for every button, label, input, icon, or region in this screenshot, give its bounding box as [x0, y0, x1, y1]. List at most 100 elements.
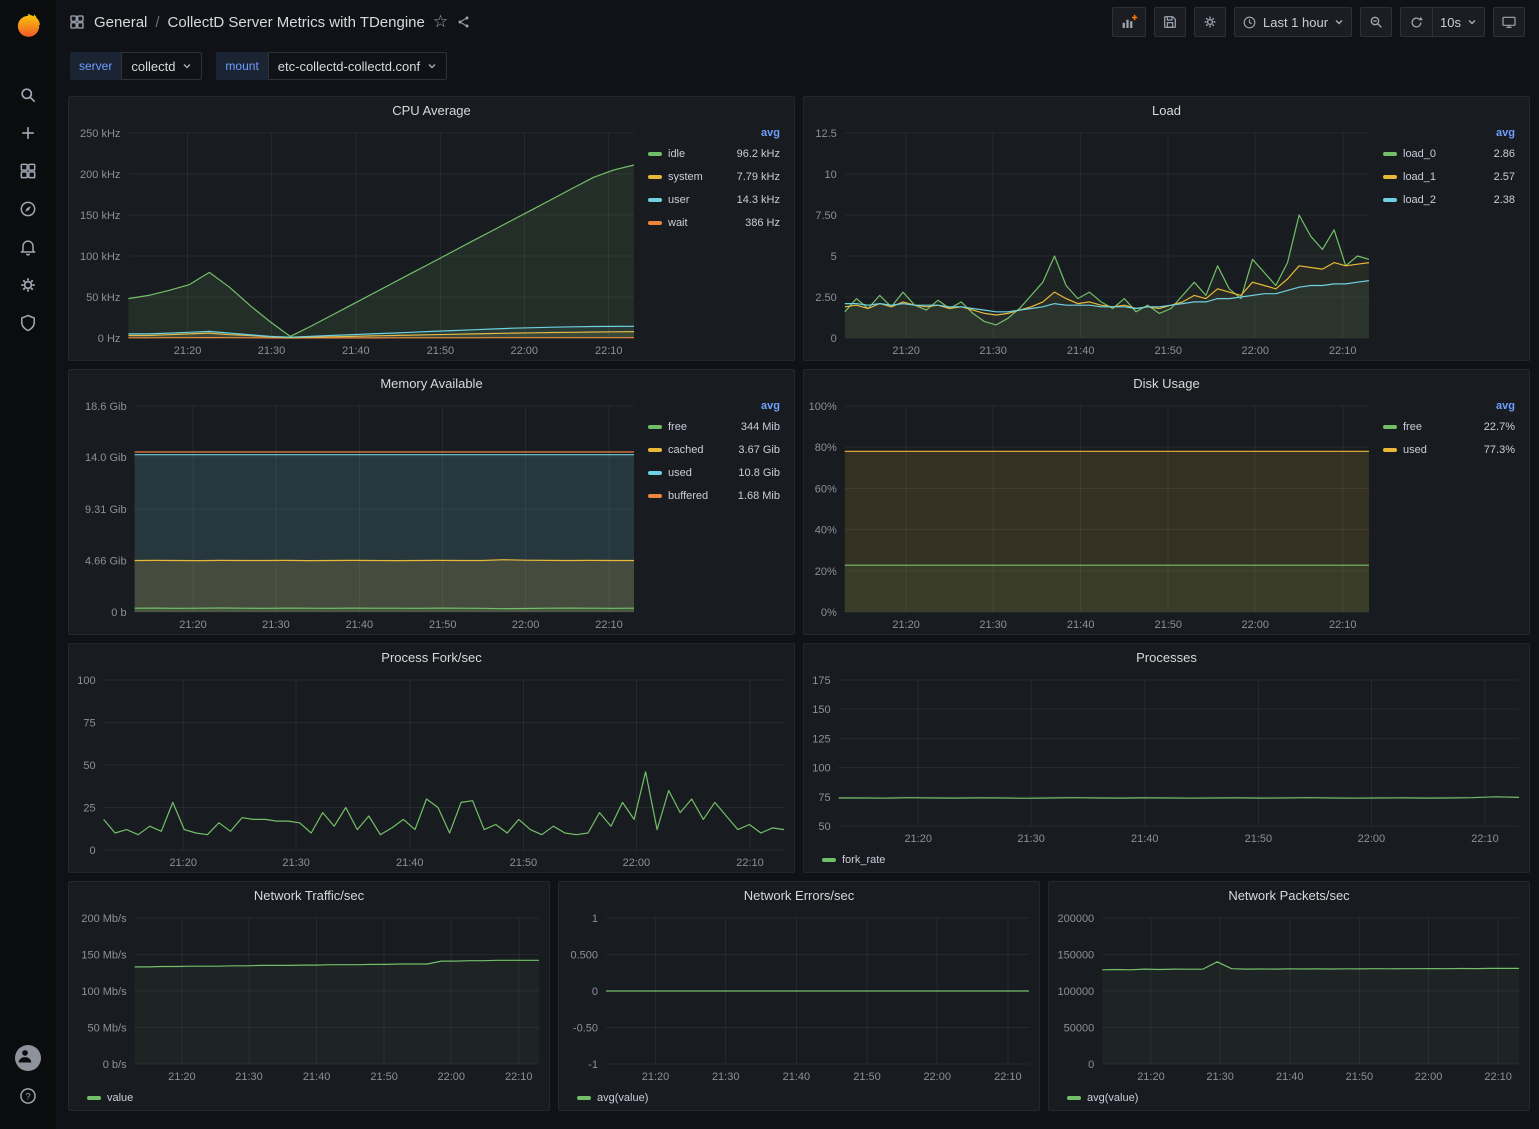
- legend-item-used[interactable]: used77.3%: [1383, 438, 1515, 461]
- legend-item-cached[interactable]: cached 3.67 Gib: [648, 438, 780, 461]
- share-icon[interactable]: [456, 14, 472, 30]
- chart-disk-usage[interactable]: 0%20%40%60%80%100%21:2021:3021:4021:5022…: [804, 396, 1379, 634]
- legend-label: cached: [668, 444, 703, 456]
- x-tick-label: 21:30: [262, 619, 290, 631]
- y-tick-label: 40%: [815, 525, 837, 537]
- chart-cpu-average[interactable]: 0 Hz50 kHz100 kHz150 kHz200 kHz250 kHz21…: [69, 123, 644, 360]
- y-tick-label: 0: [592, 986, 598, 998]
- y-tick-label: 125: [812, 733, 830, 745]
- legend-value: 3.67 Gib: [738, 444, 780, 456]
- panel-title[interactable]: Memory Available: [69, 370, 794, 396]
- server-admin-icon[interactable]: [8, 304, 48, 342]
- legend-item-free[interactable]: free344 Mib: [648, 415, 780, 438]
- alerting-icon[interactable]: [8, 228, 48, 266]
- panel-title[interactable]: Process Fork/sec: [69, 644, 794, 670]
- legend-item-load-1[interactable]: load_12.57: [1383, 165, 1515, 188]
- panel-processes: Processes507510012515017521:2021:3021:40…: [803, 643, 1530, 873]
- configuration-icon[interactable]: [8, 266, 48, 304]
- refresh-interval-button[interactable]: 10s: [1432, 7, 1485, 37]
- series-line-avg(value): [1102, 962, 1519, 970]
- legend-item-load-2[interactable]: load_22.38: [1383, 188, 1515, 211]
- legend-item-free[interactable]: free22.7%: [1383, 415, 1515, 438]
- chart-network-packets-sec[interactable]: 05000010000015000020000021:2021:3021:402…: [1049, 908, 1529, 1086]
- add-icon[interactable]: [8, 114, 48, 152]
- legend-item-wait[interactable]: wait386 Hz: [648, 211, 780, 234]
- x-tick-label: 21:50: [429, 619, 457, 631]
- panel-title[interactable]: Load: [804, 97, 1529, 123]
- x-tick-label: 21:30: [282, 857, 310, 869]
- panel-load: Load02.5057.501012.521:2021:3021:4021:50…: [803, 96, 1530, 361]
- chart-process-fork-sec[interactable]: 025507510021:2021:3021:4021:5022:0022:10: [69, 670, 794, 872]
- variable-server-label: server: [70, 52, 121, 80]
- chart-memory-available[interactable]: 0 b4.66 Gib9.31 Gib14.0 Gib18.6 Gib21:20…: [69, 396, 644, 634]
- save-dashboard-button[interactable]: [1154, 7, 1186, 37]
- x-tick-label: 22:00: [1358, 833, 1386, 845]
- legend-label: free: [1403, 421, 1422, 433]
- chart-network-traffic-sec[interactable]: 0 b/s50 Mb/s100 Mb/s150 Mb/s200 Mb/s21:2…: [69, 908, 549, 1086]
- breadcrumb-section[interactable]: General: [94, 14, 147, 31]
- dashboard-settings-button[interactable]: [1194, 7, 1226, 37]
- y-tick-label: 100000: [1057, 986, 1094, 998]
- panel-memory-available: Memory Available0 b4.66 Gib9.31 Gib14.0 …: [68, 369, 795, 635]
- cycle-view-button[interactable]: [1493, 7, 1525, 37]
- time-picker-button[interactable]: Last 1 hour: [1234, 7, 1352, 37]
- legend-marker: [87, 1096, 101, 1100]
- legend-item-avg-value[interactable]: avg(value): [1049, 1086, 1529, 1110]
- x-tick-label: 21:40: [1067, 619, 1095, 631]
- add-panel-button[interactable]: [1112, 7, 1146, 37]
- variable-server: server collectd: [70, 52, 202, 80]
- panel-title[interactable]: Network Errors/sec: [559, 882, 1039, 908]
- chart-processes[interactable]: 507510012515017521:2021:3021:4021:5022:0…: [804, 670, 1529, 848]
- legend-item-value[interactable]: value: [69, 1086, 549, 1110]
- x-tick-label: 21:20: [169, 857, 197, 869]
- x-tick-label: 21:30: [235, 1071, 263, 1083]
- search-icon[interactable]: [8, 76, 48, 114]
- legend-value: 96.2 kHz: [737, 148, 780, 160]
- x-tick-label: 21:20: [179, 619, 207, 631]
- y-tick-label: 60%: [815, 483, 837, 495]
- y-tick-label: 0%: [821, 607, 837, 619]
- panel-title[interactable]: CPU Average: [69, 97, 794, 123]
- legend-marker: [1383, 152, 1397, 156]
- legend-item-user[interactable]: user14.3 kHz: [648, 188, 780, 211]
- panel-title[interactable]: Processes: [804, 644, 1529, 670]
- legend-value: 7.79 kHz: [737, 171, 780, 183]
- svg-text:?: ?: [25, 1091, 30, 1101]
- star-icon[interactable]: ☆: [433, 12, 448, 32]
- x-tick-label: 22:00: [437, 1071, 465, 1083]
- dashboards-icon[interactable]: [8, 152, 48, 190]
- refresh-button[interactable]: [1400, 7, 1432, 37]
- explore-icon[interactable]: [8, 190, 48, 228]
- legend-item-idle[interactable]: idle96.2 kHz: [648, 142, 780, 165]
- legend-item-fork-rate[interactable]: fork_rate: [804, 848, 1529, 872]
- profile-avatar[interactable]: [8, 1039, 48, 1077]
- legend-item-system[interactable]: system7.79 kHz: [648, 165, 780, 188]
- legend-item-used[interactable]: used10.8 Gib: [648, 461, 780, 484]
- x-tick-label: 21:20: [642, 1071, 670, 1083]
- help-icon[interactable]: ?: [8, 1077, 48, 1115]
- panel-title[interactable]: Network Traffic/sec: [69, 882, 549, 908]
- legend-marker: [648, 448, 662, 452]
- chart-network-errors-sec[interactable]: -1-0.5000.500121:2021:3021:4021:5022:002…: [559, 908, 1039, 1086]
- x-tick-label: 21:20: [892, 619, 920, 631]
- legend-item-buffered[interactable]: buffered1.68 Mib: [648, 484, 780, 507]
- chart-load[interactable]: 02.5057.501012.521:2021:3021:4021:5022:0…: [804, 123, 1379, 360]
- legend-label: avg(value): [597, 1092, 648, 1104]
- variable-server-dropdown[interactable]: collectd: [121, 52, 202, 80]
- grafana-logo[interactable]: [12, 10, 44, 42]
- x-tick-label: 21:30: [712, 1071, 740, 1083]
- breadcrumb-dashboards-icon[interactable]: [68, 13, 86, 31]
- legend-label: used: [1403, 444, 1427, 456]
- panel-title[interactable]: Network Packets/sec: [1049, 882, 1529, 908]
- chart-svg: 025507510021:2021:3021:4021:5022:0022:10: [69, 670, 794, 872]
- variable-mount-dropdown[interactable]: etc-collectd-collectd.conf: [268, 52, 447, 80]
- legend-item-avg-value[interactable]: avg(value): [559, 1086, 1039, 1110]
- x-tick-label: 21:40: [342, 345, 370, 357]
- zoom-out-button[interactable]: [1360, 7, 1392, 37]
- x-tick-label: 21:40: [1067, 345, 1095, 357]
- legend-label: buffered: [668, 490, 708, 502]
- legend-item-load-0[interactable]: load_02.86: [1383, 142, 1515, 165]
- panel-title[interactable]: Disk Usage: [804, 370, 1529, 396]
- legend-avg-header: avg: [1383, 127, 1515, 139]
- breadcrumb-title[interactable]: CollectD Server Metrics with TDengine: [168, 14, 425, 31]
